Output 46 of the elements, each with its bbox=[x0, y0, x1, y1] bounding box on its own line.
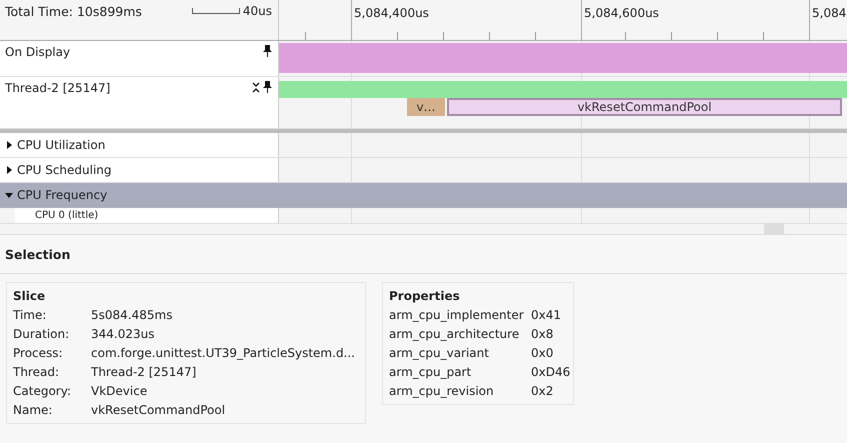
property-name: Time: bbox=[13, 308, 48, 322]
track-group-label[interactable]: CPU Frequency bbox=[17, 188, 108, 202]
track-label: On Display bbox=[5, 45, 70, 59]
panel-title: Selection bbox=[5, 246, 70, 262]
track-label: Thread-2 [25147] bbox=[5, 81, 110, 95]
property-name: arm_cpu_revision bbox=[389, 384, 495, 398]
property-name: Thread: bbox=[13, 365, 60, 379]
card-title: Properties bbox=[389, 289, 461, 303]
property-name: arm_cpu_variant bbox=[389, 346, 490, 360]
total-time: Total Time: 10s899ms bbox=[5, 4, 142, 19]
property-name: Name: bbox=[13, 403, 54, 417]
scale-bar-icon bbox=[192, 8, 240, 14]
time-tick-label: 5,084,600us bbox=[584, 6, 659, 20]
property-name: Category: bbox=[13, 384, 72, 398]
property-name: arm_cpu_part bbox=[389, 365, 472, 379]
property-value: VkDevice bbox=[91, 384, 148, 398]
scrollbar-thumb[interactable] bbox=[764, 224, 784, 234]
time-tick-label: 5,084,400us bbox=[354, 6, 429, 20]
property-value: com.forge.unittest.UT39_ParticleSystem.d... bbox=[91, 346, 356, 360]
property-value: 344.023us bbox=[91, 327, 156, 341]
card-title: Slice bbox=[13, 289, 46, 303]
property-value: 0x2 bbox=[531, 384, 554, 398]
collapse-icon[interactable] bbox=[252, 82, 260, 92]
property-value: 0x41 bbox=[531, 308, 562, 322]
slice[interactable]: v… bbox=[407, 98, 445, 116]
track-group-label[interactable]: CPU Utilization bbox=[17, 138, 106, 152]
property-name: arm_cpu_architecture bbox=[389, 327, 520, 341]
property-value: 0x8 bbox=[531, 327, 554, 341]
pin-icon[interactable] bbox=[263, 45, 272, 57]
property-value: Thread-2 [25147] bbox=[91, 365, 198, 379]
property-value: vkResetCommandPool bbox=[91, 403, 226, 417]
slice[interactable]: vkResetCommandPool bbox=[447, 98, 842, 116]
property-value: 0x0 bbox=[531, 346, 554, 360]
caret-right-icon[interactable] bbox=[5, 141, 13, 149]
caret-right-icon[interactable] bbox=[5, 166, 13, 174]
property-name: Process: bbox=[13, 346, 64, 360]
property-name: arm_cpu_implementer bbox=[389, 308, 525, 322]
track-group-label[interactable]: CPU Scheduling bbox=[17, 163, 112, 177]
pin-icon[interactable] bbox=[263, 81, 272, 93]
property-value: 0xD46 bbox=[531, 365, 570, 379]
time-tick-label: 5,084 bbox=[812, 6, 846, 20]
scale-label: 40us bbox=[242, 4, 272, 18]
property-value: 5s084.485ms bbox=[91, 308, 174, 322]
track-label: CPU 0 (little) bbox=[35, 210, 98, 221]
caret-down-icon[interactable] bbox=[5, 191, 13, 199]
property-name: Duration: bbox=[13, 327, 70, 341]
